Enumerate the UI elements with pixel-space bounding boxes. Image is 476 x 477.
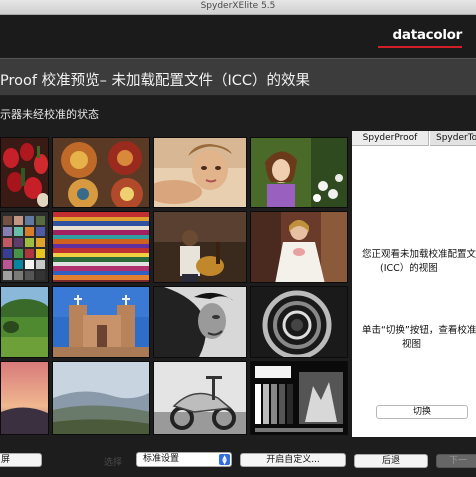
bw-scooter-photo: [153, 361, 247, 435]
switch-hint-message: 单击“切换”按钮，查看校准 视图: [362, 324, 476, 352]
message-line-1: 您正观看未加载校准配置文: [362, 249, 476, 260]
bride-photo: [250, 211, 348, 283]
page-heading-bar: Proof 校准预览– 未加载配置文件（ICC）的效果: [0, 58, 476, 96]
woman-portrait-photo: [153, 137, 247, 208]
tab-spydertoggle[interactable]: SpyderTo: [430, 131, 476, 146]
brand-bar: datacolor: [0, 15, 476, 57]
hint-line-2: 视图: [402, 339, 422, 350]
window-title: SpyderXElite 5.5: [200, 1, 276, 11]
strawberries-photo: [0, 137, 49, 208]
switch-button[interactable]: 切换: [376, 405, 468, 419]
color-checker-chart: [0, 211, 49, 283]
green-landscape-photo: [0, 286, 49, 358]
next-button[interactable]: 下一: [436, 454, 476, 468]
logo-underline: [378, 46, 462, 48]
striped-fabric-photo: [52, 211, 150, 283]
datacolor-logo: datacolor: [392, 27, 463, 43]
window-title-bar: SpyderXElite 5.5: [0, 0, 476, 15]
left-button[interactable]: 屏: [0, 453, 42, 467]
settings-select-value: 标准设置: [143, 454, 180, 464]
girl-flowers-photo: [250, 137, 348, 208]
chevron-updown-icon: ▲ ▼: [219, 454, 230, 466]
guitar-player-photo: [153, 211, 247, 283]
custom-settings-button[interactable]: 开启自定义...: [240, 453, 346, 467]
painted-plates-photo: [52, 137, 150, 208]
uncalibrated-view-message: 您正观看未加载校准配置文 (ICC）的视图: [362, 248, 476, 276]
hills-landscape-photo: [52, 361, 150, 435]
info-panel: SpyderProof SpyderTo 您正观看未加载校准配置文 (ICC）的…: [352, 131, 476, 437]
bottom-toolbar: 屏 选择 标准设置 ▲ ▼ 开启自定义... 后退 下一: [0, 441, 476, 477]
bw-woman-photo: [153, 286, 247, 358]
grayscale-test-photo: [250, 361, 348, 435]
hint-line-1: 单击“切换”按钮，查看校准: [362, 325, 476, 336]
spiral-staircase-photo: [250, 286, 348, 358]
sunset-sky-photo: [0, 361, 49, 435]
back-button[interactable]: 后退: [354, 454, 428, 468]
adobe-church-photo: [52, 286, 150, 358]
photo-gallery: [0, 137, 348, 435]
message-line-2: (ICC）的视图: [380, 263, 438, 274]
page-title: Proof 校准预览– 未加载配置文件（ICC）的效果: [0, 73, 310, 89]
settings-select[interactable]: 标准设置 ▲ ▼: [136, 452, 232, 467]
select-label: 选择: [104, 458, 123, 468]
page-subtitle: 示器未经校准的状态: [0, 108, 99, 121]
tab-spyderproof[interactable]: SpyderProof: [352, 131, 429, 146]
